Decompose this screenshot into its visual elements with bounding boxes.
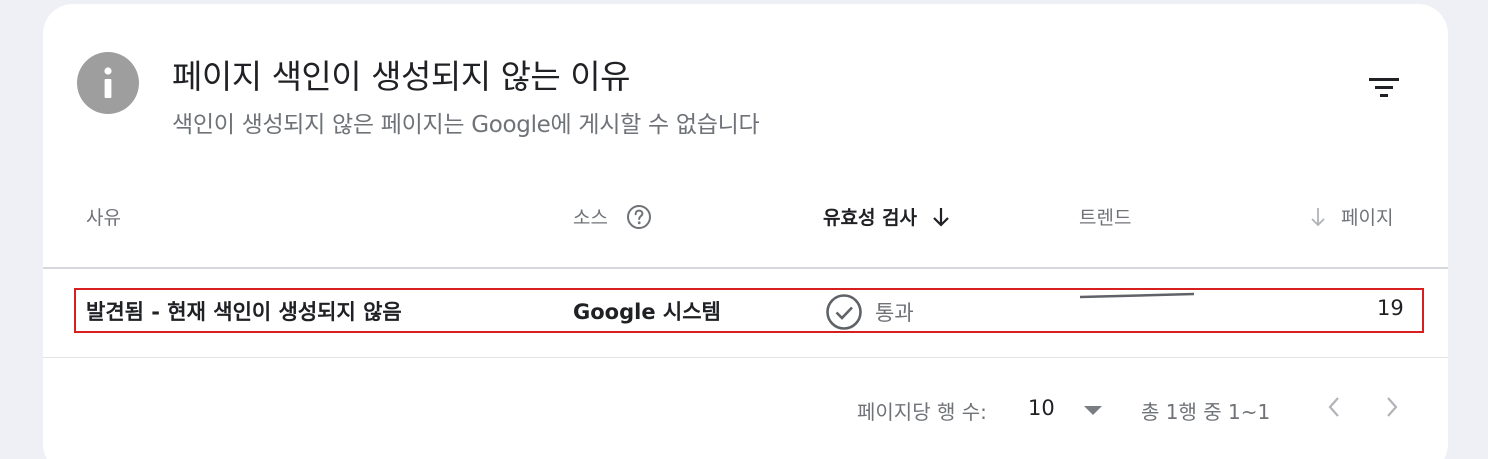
column-header-trend: 트렌드 bbox=[1079, 203, 1131, 230]
trend-sparkline bbox=[1079, 292, 1195, 299]
header-divider bbox=[43, 267, 1448, 269]
column-header-validation[interactable]: 유효성 검사 bbox=[823, 203, 951, 230]
row-source: Google 시스템 bbox=[573, 300, 721, 324]
card-title: 페이지 색인이 생성되지 않는 이유 bbox=[172, 57, 631, 96]
column-header-source[interactable]: 소스 bbox=[573, 203, 652, 230]
rows-per-page-select[interactable]: 10 bbox=[1028, 396, 1055, 420]
filter-button[interactable] bbox=[1362, 70, 1406, 104]
column-header-reason[interactable]: 사유 bbox=[86, 203, 121, 230]
card-subtitle: 색인이 생성되지 않은 페이지는 Google에 게시할 수 없습니다 bbox=[172, 112, 760, 138]
column-header-pages-label: 페이지 bbox=[1341, 207, 1394, 229]
column-header-source-label: 소스 bbox=[573, 207, 608, 229]
sort-arrow-down-icon bbox=[1309, 206, 1327, 228]
previous-page-button[interactable] bbox=[1320, 392, 1348, 422]
help-icon[interactable] bbox=[626, 204, 652, 230]
sort-descending-icon bbox=[931, 206, 951, 228]
dropdown-arrow-icon[interactable] bbox=[1082, 402, 1104, 416]
chevron-left-icon bbox=[1328, 397, 1339, 417]
footer-divider bbox=[43, 357, 1448, 358]
column-header-validation-label: 유효성 검사 bbox=[823, 207, 918, 229]
filter-icon bbox=[1369, 78, 1399, 97]
column-header-pages[interactable]: 페이지 bbox=[1309, 203, 1393, 230]
validation-status: 통과 bbox=[875, 301, 914, 325]
row-reason: 발견됨 - 현재 색인이 생성되지 않음 bbox=[86, 300, 402, 324]
column-header-reason-label: 사유 bbox=[86, 207, 121, 229]
pagination-range: 총 1행 중 1~1 bbox=[1141, 400, 1271, 424]
row-pages: 19 bbox=[1377, 296, 1404, 320]
rows-per-page-label: 페이지당 행 수: bbox=[857, 400, 987, 424]
check-circle-icon bbox=[826, 294, 862, 330]
row-validation: 통과 bbox=[825, 293, 914, 331]
next-page-button[interactable] bbox=[1378, 392, 1406, 422]
chevron-right-icon bbox=[1387, 397, 1398, 417]
info-icon bbox=[77, 52, 139, 114]
column-header-trend-label: 트렌드 bbox=[1079, 207, 1132, 229]
